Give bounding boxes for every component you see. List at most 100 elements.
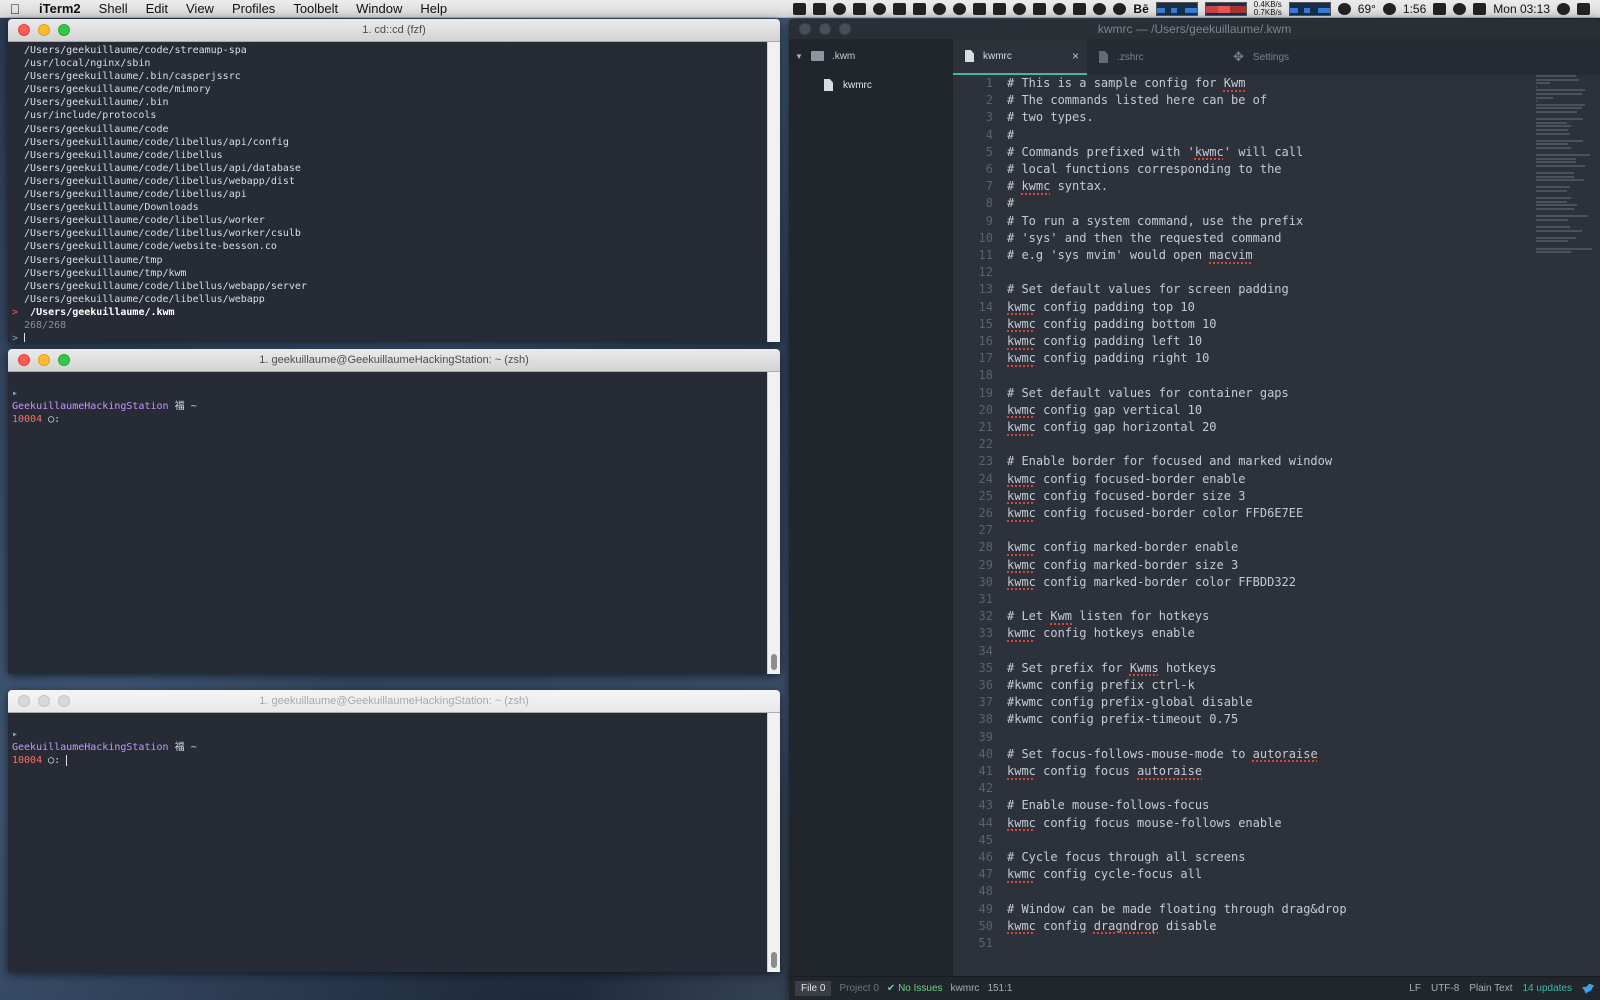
temperature[interactable]: 69° — [1358, 2, 1376, 16]
zoom-window-button[interactable] — [58, 695, 70, 707]
code-line[interactable]: # two types. — [1007, 110, 1094, 124]
menu-profiles[interactable]: Profiles — [223, 0, 284, 18]
network-speed[interactable]: 0.4KB/s 0.7KB/s — [1254, 0, 1282, 17]
terminal-scrollbar[interactable] — [767, 42, 780, 342]
battery-icon[interactable] — [853, 2, 867, 15]
zoom-window-button[interactable] — [58, 354, 70, 366]
fzf-result-line[interactable]: /Users/geekuillaume/code/mimory — [12, 83, 764, 96]
scrollbar-thumb[interactable] — [771, 654, 777, 670]
terminal-scrollbar[interactable] — [767, 713, 780, 972]
atom-editor-window[interactable]: kwmrc — /Users/geekuillaume/.kwm ▼ .kwm … — [789, 19, 1600, 1000]
user-icon[interactable] — [1473, 2, 1487, 15]
apple-menu-icon[interactable]:  — [0, 1, 30, 17]
code-line[interactable]: # Cycle focus through all screens — [1007, 850, 1245, 864]
lock-icon[interactable] — [1073, 2, 1087, 15]
terminal-output[interactable]: /Users/geekuillaume/code/streamup-spa/us… — [8, 42, 768, 342]
terminal-scrollbar[interactable] — [767, 372, 780, 674]
close-tab-icon[interactable]: × — [1072, 49, 1079, 63]
code-line[interactable]: # Commands prefixed with 'kwmc' will cal… — [1007, 145, 1303, 159]
menu-edit[interactable]: Edit — [137, 0, 177, 18]
code-line[interactable]: kwmc config gap vertical 10 — [1007, 403, 1202, 417]
close-window-button[interactable] — [18, 695, 30, 707]
code-line[interactable]: kwmc config focused-border size 3 — [1007, 489, 1245, 503]
bluetooth-icon[interactable] — [1433, 2, 1447, 15]
fzf-result-line[interactable]: /Users/geekuillaume/code/libellus/webapp… — [12, 280, 764, 293]
code-line[interactable]: kwmc config focused-border color FFD6E7E… — [1007, 506, 1303, 520]
fzf-result-line[interactable]: /Users/geekuillaume/code/libellus/worker — [12, 214, 764, 227]
code-line[interactable]: kwmc config padding bottom 10 — [1007, 317, 1217, 331]
status-grammar[interactable]: Plain Text — [1469, 983, 1512, 994]
code-line[interactable]: kwmc config gap horizontal 20 — [1007, 420, 1217, 434]
minimize-window-button[interactable] — [819, 23, 831, 35]
fzf-result-line[interactable]: /Users/geekuillaume/code/libellus/worker… — [12, 227, 764, 240]
memory-graph-icon[interactable] — [1204, 1, 1247, 16]
code-line[interactable]: # To run a system command, use the prefi… — [1007, 214, 1303, 228]
code-line[interactable]: # e.g 'sys mvim' would open macvim — [1007, 248, 1253, 262]
airplay-icon[interactable] — [793, 2, 807, 15]
close-window-button[interactable] — [18, 354, 30, 366]
leaf-icon[interactable] — [1013, 2, 1027, 15]
fzf-result-line[interactable]: /Users/geekuillaume/tmp — [12, 254, 764, 267]
code-line[interactable]: kwmc config marked-border size 3 — [1007, 558, 1238, 572]
fzf-result-line[interactable]: /Users/geekuillaume/Downloads — [12, 201, 764, 214]
fzf-result-line[interactable]: /Users/geekuillaume/.bin/casperjssrc — [12, 70, 764, 83]
fzf-result-line[interactable]: /Users/geekuillaume/code/streamup-spa — [12, 44, 764, 57]
code-line[interactable]: # 'sys' and then the requested command — [1007, 231, 1282, 245]
minimap[interactable] — [1536, 75, 1592, 445]
fzf-result-line[interactable]: /Users/geekuillaume/code/libellus/api/co… — [12, 136, 764, 149]
status-cursor-position[interactable]: 151:1 — [987, 983, 1012, 994]
status-linter[interactable]: ✔ No Issues — [887, 983, 943, 994]
fzf-selected-line[interactable]: > /Users/geekuillaume/.kwm — [12, 306, 764, 319]
tree-root-folder[interactable]: ▼ .kwm — [789, 39, 953, 73]
code-line[interactable]: kwmc config padding left 10 — [1007, 334, 1202, 348]
code-line[interactable]: kwmc config marked-border color FFBDD322 — [1007, 575, 1296, 589]
close-window-button[interactable] — [18, 24, 30, 36]
terminal-window-fzf[interactable]: 1. cd::cd (fzf) /Users/geekuillaume/code… — [8, 19, 780, 342]
fzf-result-line[interactable]: /Users/geekuillaume/.bin — [12, 96, 764, 109]
menu-window[interactable]: Window — [347, 0, 411, 18]
sync-icon[interactable] — [1053, 2, 1067, 15]
code-line[interactable]: # local functions corresponding to the — [1007, 162, 1282, 176]
terminal-titlebar[interactable]: 1. cd::cd (fzf) — [8, 19, 780, 42]
code-line[interactable]: kwmc config hotkeys enable — [1007, 626, 1195, 640]
menu-toolbelt[interactable]: Toolbelt — [284, 0, 347, 18]
fzf-result-line[interactable]: /usr/local/nginx/sbin — [12, 57, 764, 70]
chevron-down-icon[interactable]: ▼ — [795, 52, 803, 61]
code-line[interactable]: kwmc config focus mouse-follows enable — [1007, 816, 1282, 830]
hat-icon[interactable] — [933, 2, 947, 15]
zoom-window-button[interactable] — [839, 23, 851, 35]
code-line[interactable]: # kwmc syntax. — [1007, 179, 1108, 193]
weather-icon[interactable] — [1337, 2, 1351, 15]
editor-titlebar[interactable]: kwmrc — /Users/geekuillaume/.kwm — [789, 19, 1600, 39]
tab-zshrc[interactable]: .zshrc — [1087, 39, 1221, 75]
code-line[interactable]: # Set default values for screen padding — [1007, 282, 1289, 296]
status-file-count[interactable]: File 0 — [795, 981, 832, 996]
code-line[interactable]: kwmc config padding right 10 — [1007, 351, 1209, 365]
dropbox-icon[interactable] — [813, 2, 827, 15]
wifi-icon[interactable] — [1453, 2, 1467, 15]
code-line[interactable]: # Set default values for container gaps — [1007, 386, 1289, 400]
terminal-output[interactable]: ▸ GeekuillaumeHackingStation 福 ~ 10004 ◯… — [8, 372, 768, 674]
terminal-window-zsh-2[interactable]: 1. geekuillaume@GeekuillaumeHackingStati… — [8, 690, 780, 972]
close-window-button[interactable] — [799, 23, 811, 35]
fzf-result-line[interactable]: /Users/geekuillaume/code/libellus/webapp — [12, 293, 764, 306]
twitter-bird-icon[interactable] — [1582, 983, 1594, 994]
tab-kwmrc[interactable]: kwmrc × — [953, 39, 1087, 75]
menu-help[interactable]: Help — [411, 0, 456, 18]
scissors-icon[interactable] — [973, 2, 987, 15]
code-line[interactable]: # Window can be made floating through dr… — [1007, 902, 1347, 916]
status-updates[interactable]: 14 updates — [1523, 983, 1573, 994]
code-line[interactable]: kwmc config dragndrop disable — [1007, 919, 1217, 933]
menu-view[interactable]: View — [177, 0, 223, 18]
terminal-output[interactable]: ▸ GeekuillaumeHackingStation 福 ~ 10004 ◯… — [8, 713, 768, 972]
code-line[interactable]: # — [1007, 196, 1014, 210]
code-line[interactable]: #kwmc config prefix ctrl-k — [1007, 678, 1195, 692]
search-icon[interactable] — [1557, 2, 1570, 15]
chat-icon[interactable] — [833, 2, 847, 15]
spotify-icon[interactable] — [873, 2, 887, 15]
code-line[interactable]: kwmc config marked-border enable — [1007, 540, 1238, 554]
status-project-count[interactable]: Project 0 — [839, 983, 878, 994]
eye-icon[interactable] — [953, 2, 967, 15]
notification-center-icon[interactable] — [1577, 2, 1590, 15]
fzf-result-line[interactable]: /Users/geekuillaume/tmp/kwm — [12, 267, 764, 280]
